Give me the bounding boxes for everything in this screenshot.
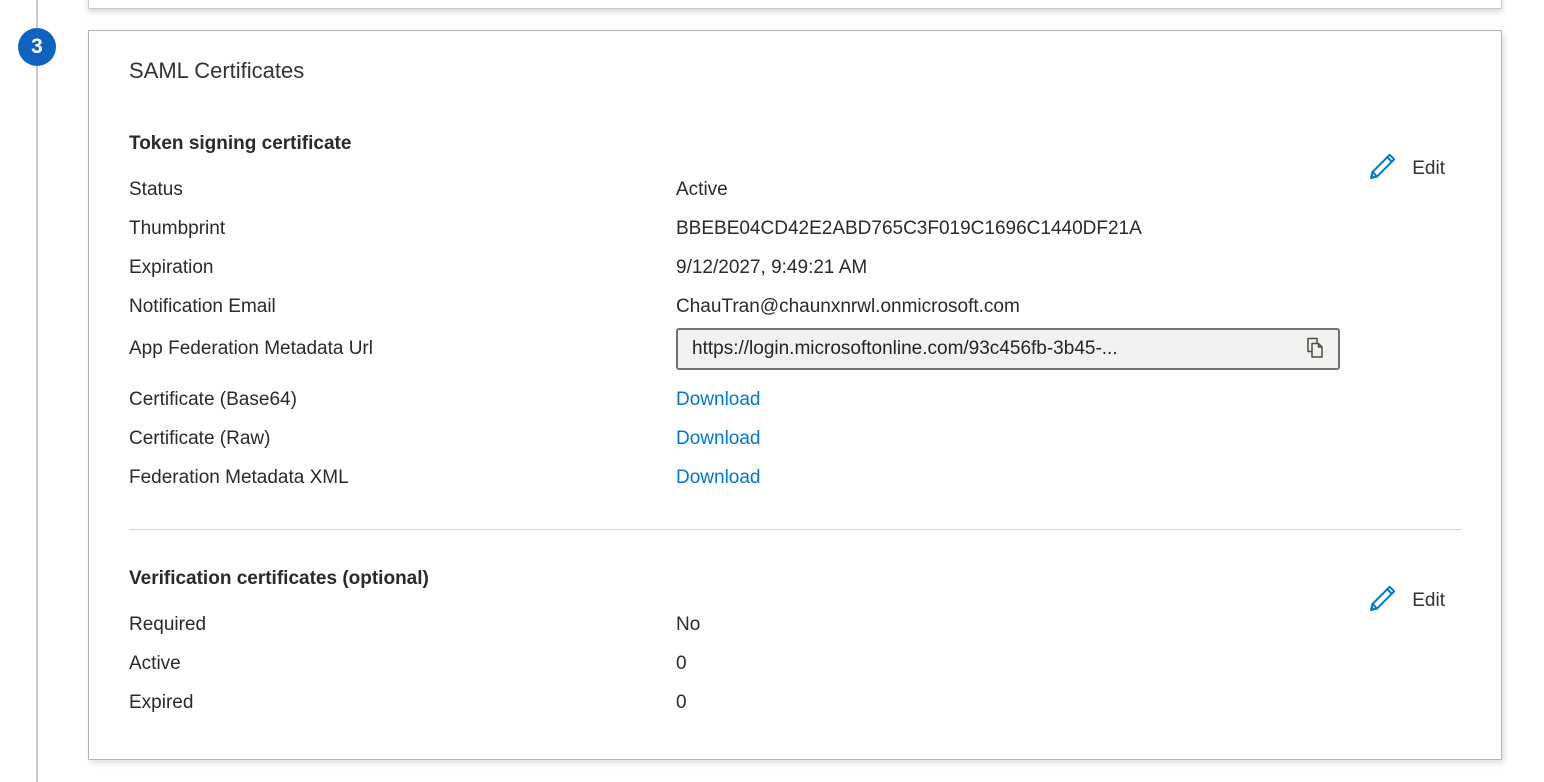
app-federation-metadata-url-field[interactable]: https://login.microsoftonline.com/93c456… bbox=[676, 328, 1340, 370]
thumbprint-row: Thumbprint BBEBE04CD42E2ABD765C3F019C169… bbox=[129, 209, 1461, 248]
edit-verification-certificates-button[interactable]: Edit bbox=[1367, 582, 1445, 620]
row-label: Expiration bbox=[129, 248, 676, 287]
row-label: Certificate (Raw) bbox=[129, 419, 676, 458]
active-count-row: Active 0 bbox=[129, 644, 1461, 683]
row-label: Thumbprint bbox=[129, 209, 676, 248]
verification-certificates-heading: Verification certificates (optional) bbox=[129, 566, 1461, 591]
row-label: Notification Email bbox=[129, 287, 676, 326]
federation-metadata-xml-row: Federation Metadata XML Download bbox=[129, 458, 1461, 497]
row-label: Required bbox=[129, 605, 676, 644]
saml-sso-configuration-screen: 3 SAML Certificates Token signing certif… bbox=[0, 0, 1544, 782]
edit-button-label: Edit bbox=[1412, 590, 1445, 612]
certificate-base64-row: Certificate (Base64) Download bbox=[129, 380, 1461, 419]
edit-button-label: Edit bbox=[1412, 158, 1445, 180]
row-label: Federation Metadata XML bbox=[129, 458, 676, 497]
row-value: ChauTran@chaunxnrwl.onmicrosoft.com bbox=[676, 287, 1020, 326]
step-connector-line bbox=[36, 0, 38, 782]
download-links-group: Certificate (Base64) Download Certificat… bbox=[129, 380, 1461, 497]
download-certificate-base64-link[interactable]: Download bbox=[676, 380, 761, 419]
expiration-row: Expiration 9/12/2027, 9:49:21 AM bbox=[129, 248, 1461, 287]
notification-email-row: Notification Email ChauTran@chaunxnrwl.o… bbox=[129, 287, 1461, 326]
row-value: Active bbox=[676, 170, 728, 209]
row-label: Active bbox=[129, 644, 676, 683]
download-certificate-raw-link[interactable]: Download bbox=[676, 419, 761, 458]
required-row: Required No bbox=[129, 605, 1461, 644]
card-title: SAML Certificates bbox=[129, 57, 1461, 85]
app-federation-metadata-url-row: App Federation Metadata Url https://logi… bbox=[129, 326, 1461, 372]
step-3-badge: 3 bbox=[18, 28, 56, 66]
row-label: App Federation Metadata Url bbox=[129, 338, 676, 360]
step-number: 3 bbox=[31, 35, 43, 59]
row-value: BBEBE04CD42E2ABD765C3F019C1696C1440DF21A bbox=[676, 209, 1142, 248]
token-signing-heading: Token signing certificate bbox=[129, 131, 1461, 156]
metadata-url-text: https://login.microsoftonline.com/93c456… bbox=[692, 338, 1296, 360]
row-value: 0 bbox=[676, 644, 687, 683]
saml-certificates-card: SAML Certificates Token signing certific… bbox=[88, 30, 1502, 760]
edit-pencil-icon bbox=[1367, 582, 1399, 620]
row-label: Certificate (Base64) bbox=[129, 380, 676, 419]
certificate-raw-row: Certificate (Raw) Download bbox=[129, 419, 1461, 458]
edit-token-signing-button[interactable]: Edit bbox=[1367, 150, 1445, 188]
expired-count-row: Expired 0 bbox=[129, 683, 1461, 722]
row-value: 9/12/2027, 9:49:21 AM bbox=[676, 248, 867, 287]
row-value: 0 bbox=[676, 683, 687, 722]
token-signing-certificate-section: Token signing certificate Edit Status Ac… bbox=[129, 131, 1461, 497]
verification-certificates-section: Verification certificates (optional) Edi… bbox=[129, 566, 1461, 722]
previous-card-bottom-edge bbox=[88, 0, 1502, 9]
section-divider bbox=[129, 529, 1461, 530]
edit-pencil-icon bbox=[1367, 150, 1399, 188]
row-label: Expired bbox=[129, 683, 676, 722]
download-federation-metadata-xml-link[interactable]: Download bbox=[676, 458, 761, 497]
row-value: No bbox=[676, 605, 700, 644]
row-label: Status bbox=[129, 170, 676, 209]
copy-url-button[interactable] bbox=[1296, 334, 1328, 365]
copy-icon bbox=[1304, 336, 1326, 363]
status-row: Status Active bbox=[129, 170, 1461, 209]
